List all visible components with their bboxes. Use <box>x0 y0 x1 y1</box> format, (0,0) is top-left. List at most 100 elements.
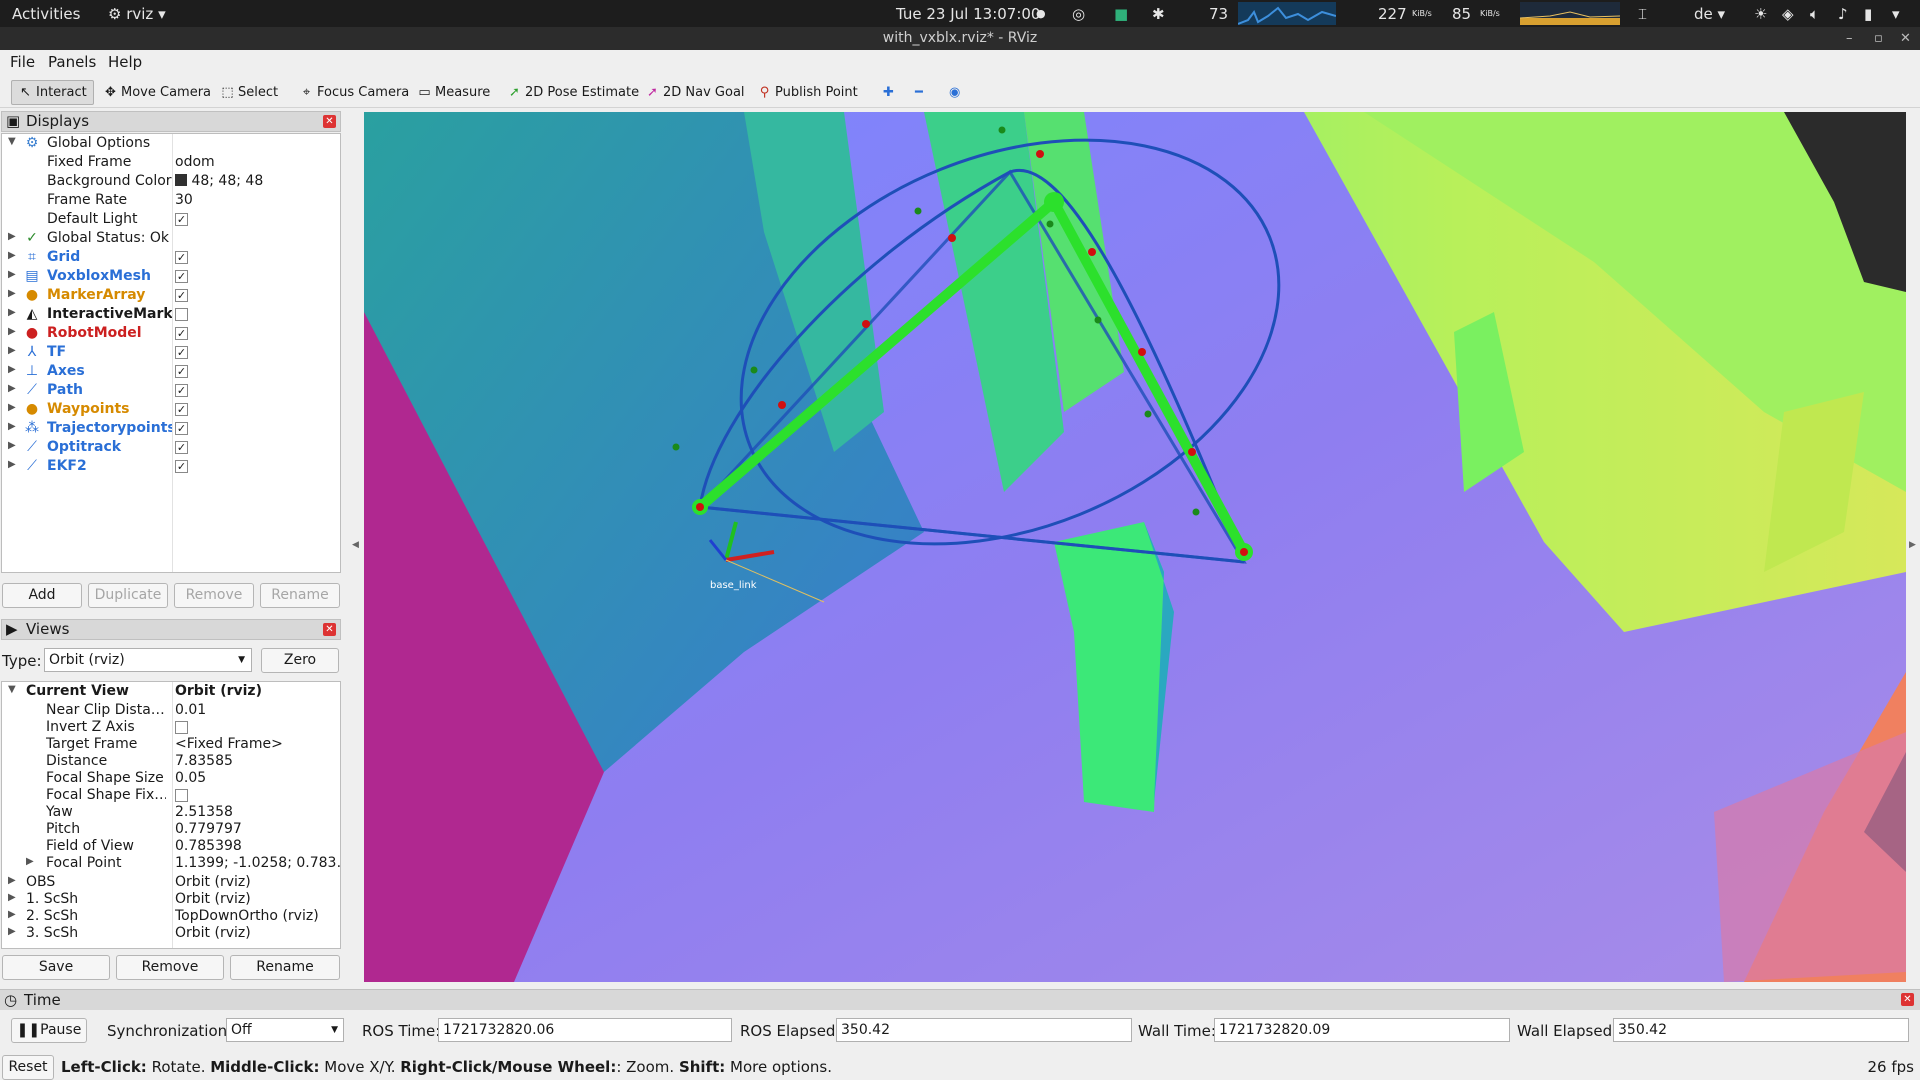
view-property-row[interactable]: Target Frame <Fixed Frame> <box>2 736 340 753</box>
reset-button[interactable]: Reset <box>2 1055 54 1080</box>
expand-arrow-icon[interactable]: ▶ <box>8 288 16 299</box>
collapse-arrow-icon[interactable]: ▼ <box>8 136 16 147</box>
display-item[interactable]: ▶ ● MarkerArray ✓ <box>2 287 340 306</box>
display-item[interactable]: ▶ ⊥ Axes ✓ <box>2 363 340 382</box>
expand-arrow-icon[interactable]: ▶ <box>8 909 16 920</box>
displays-tree[interactable]: ▼ ⚙ Global Options Fixed Frame odom Back… <box>1 133 341 573</box>
saved-view-row[interactable]: ▶ 1. ScSh Orbit (rviz) <box>2 891 340 908</box>
display-enabled-checkbox[interactable]: ✓ <box>175 459 188 473</box>
wifi-icon[interactable]: ◈ <box>1782 5 1794 23</box>
close-window-icon[interactable]: ✕ <box>1900 27 1911 50</box>
close-time-icon[interactable]: ✕ <box>1901 993 1914 1006</box>
view-property-row[interactable]: ▶ Focal Point 1.1399; -1.0258; 0.783… <box>2 855 340 872</box>
display-item[interactable]: ▶ ▤ VoxbloxMesh ✓ <box>2 268 340 287</box>
saved-view-row[interactable]: ▶ OBS Orbit (rviz) <box>2 874 340 891</box>
text-cursor-icon[interactable]: ⌶ <box>1638 5 1647 23</box>
expand-arrow-icon[interactable]: ▶ <box>8 231 16 242</box>
rename-view-button[interactable]: Rename <box>230 955 340 980</box>
keyboard-layout[interactable]: de ▾ <box>1694 5 1725 23</box>
view-property-row[interactable]: Focal Shape Size 0.05 <box>2 770 340 787</box>
close-displays-icon[interactable]: ✕ <box>323 115 336 128</box>
expand-arrow-icon[interactable]: ▶ <box>8 440 16 451</box>
default-light-checkbox[interactable]: ✓ <box>175 212 188 226</box>
measure-tool[interactable]: ▭ Measure <box>410 80 497 105</box>
view-property-row[interactable]: Field of View 0.785398 <box>2 838 340 855</box>
display-enabled-checkbox[interactable]: ✓ <box>175 288 188 302</box>
clock[interactable]: Tue 23 Jul 13:07:00 <box>896 5 1040 23</box>
global-status-row[interactable]: ▶ ✓ Global Status: Ok <box>2 230 340 249</box>
collapse-arrow-icon[interactable]: ▼ <box>8 684 16 695</box>
collapse-left-icon[interactable]: ◀ <box>352 540 359 550</box>
minimize-icon[interactable]: – <box>1846 27 1853 50</box>
property-checkbox[interactable] <box>175 788 188 802</box>
activities-button[interactable]: Activities <box>12 5 80 23</box>
app-menu[interactable]: ⚙ rviz ▾ <box>108 5 166 23</box>
publish-point-tool[interactable]: ⚲ Publish Point <box>750 80 865 105</box>
scene-render[interactable]: base_link <box>364 112 1906 982</box>
system-indicator-icon[interactable]: ◎ <box>1072 5 1085 23</box>
menu-panels[interactable]: Panels <box>48 53 96 71</box>
view-property-row[interactable]: Focal Shape Fix… <box>2 787 340 804</box>
wall-elapsed-field[interactable]: 350.42 <box>1613 1018 1909 1042</box>
expand-arrow-icon[interactable]: ▶ <box>8 383 16 394</box>
expand-arrow-icon[interactable]: ▶ <box>8 421 16 432</box>
3d-viewport[interactable]: base_link <box>364 112 1906 982</box>
expand-arrow-icon[interactable]: ▶ <box>8 307 16 318</box>
display-enabled-checkbox[interactable]: ✓ <box>175 269 188 283</box>
add-tool-icon[interactable]: ✚ <box>876 80 901 105</box>
app-indicator-icon[interactable]: ■ <box>1114 5 1128 23</box>
display-item[interactable]: ▶ ⟋ Optitrack ✓ <box>2 439 340 458</box>
view-eye-icon[interactable]: ◉ <box>942 80 967 105</box>
view-property-row[interactable]: Pitch 0.779797 <box>2 821 340 838</box>
expand-arrow-icon[interactable]: ▶ <box>8 345 16 356</box>
display-item[interactable]: ▶ ⟋ Path ✓ <box>2 382 340 401</box>
focus-camera-tool[interactable]: ⌖ Focus Camera <box>292 80 416 105</box>
view-property-row[interactable]: Near Clip Dista… 0.01 <box>2 702 340 719</box>
sync-select[interactable]: Off ▼ <box>226 1018 344 1042</box>
ros-elapsed-field[interactable]: 350.42 <box>836 1018 1132 1042</box>
global-options-row[interactable]: ▼ ⚙ Global Options <box>2 135 340 154</box>
expand-arrow-icon[interactable]: ▶ <box>8 875 16 886</box>
maximize-icon[interactable]: ▫ <box>1874 27 1883 50</box>
background-color-row[interactable]: Background Color 48; 48; 48 <box>2 173 340 192</box>
rename-display-button[interactable]: Rename <box>260 583 340 608</box>
property-checkbox[interactable] <box>175 720 188 734</box>
display-enabled-checkbox[interactable] <box>175 307 188 321</box>
remove-tool-icon[interactable]: ━ <box>908 80 930 105</box>
saved-view-row[interactable]: ▶ 2. ScSh TopDownOrtho (rviz) <box>2 908 340 925</box>
display-item[interactable]: ▶ ● RobotModel ✓ <box>2 325 340 344</box>
current-view-row[interactable]: ▼ Current View Orbit (rviz) <box>2 683 340 702</box>
pause-button[interactable]: ❚❚Pause <box>11 1018 87 1043</box>
display-item[interactable]: ▶ ⟋ EKF2 ✓ <box>2 458 340 477</box>
expand-arrow-icon[interactable]: ▶ <box>8 250 16 261</box>
expand-arrow-icon[interactable]: ▶ <box>26 856 34 867</box>
default-light-row[interactable]: Default Light ✓ <box>2 211 340 230</box>
add-display-button[interactable]: Add <box>2 583 82 608</box>
display-enabled-checkbox[interactable]: ✓ <box>175 364 188 378</box>
remove-display-button[interactable]: Remove <box>174 583 254 608</box>
frame-rate-row[interactable]: Frame Rate 30 <box>2 192 340 211</box>
waypoint-top[interactable] <box>1044 192 1064 212</box>
volume-icon[interactable]: 🔈︎ <box>1810 5 1819 23</box>
expand-arrow-icon[interactable]: ▶ <box>8 269 16 280</box>
collapse-right-icon[interactable]: ▶ <box>1909 540 1916 550</box>
duplicate-display-button[interactable]: Duplicate <box>88 583 168 608</box>
wall-time-field[interactable]: 1721732820.09 <box>1214 1018 1510 1042</box>
brightness-icon[interactable]: ☀ <box>1754 5 1767 23</box>
expand-arrow-icon[interactable]: ▶ <box>8 459 16 470</box>
zero-view-button[interactable]: Zero <box>261 648 339 673</box>
power-menu-icon[interactable]: ▾ <box>1892 5 1900 23</box>
menu-help[interactable]: Help <box>108 53 142 71</box>
save-view-button[interactable]: Save <box>2 955 110 980</box>
fixed-frame-row[interactable]: Fixed Frame odom <box>2 154 340 173</box>
display-item[interactable]: ▶ ⁂ Trajectorypoints ✓ <box>2 420 340 439</box>
ros-time-field[interactable]: 1721732820.06 <box>438 1018 732 1042</box>
display-item[interactable]: ▶ ⌗ Grid ✓ <box>2 249 340 268</box>
expand-arrow-icon[interactable]: ▶ <box>8 926 16 937</box>
view-property-row[interactable]: Invert Z Axis <box>2 719 340 736</box>
battery-icon[interactable]: ▮ <box>1864 5 1872 23</box>
display-item[interactable]: ▶◭InteractiveMark… <box>2 306 340 325</box>
display-enabled-checkbox[interactable]: ✓ <box>175 421 188 435</box>
display-enabled-checkbox[interactable]: ✓ <box>175 402 188 416</box>
view-property-row[interactable]: Distance 7.83585 <box>2 753 340 770</box>
